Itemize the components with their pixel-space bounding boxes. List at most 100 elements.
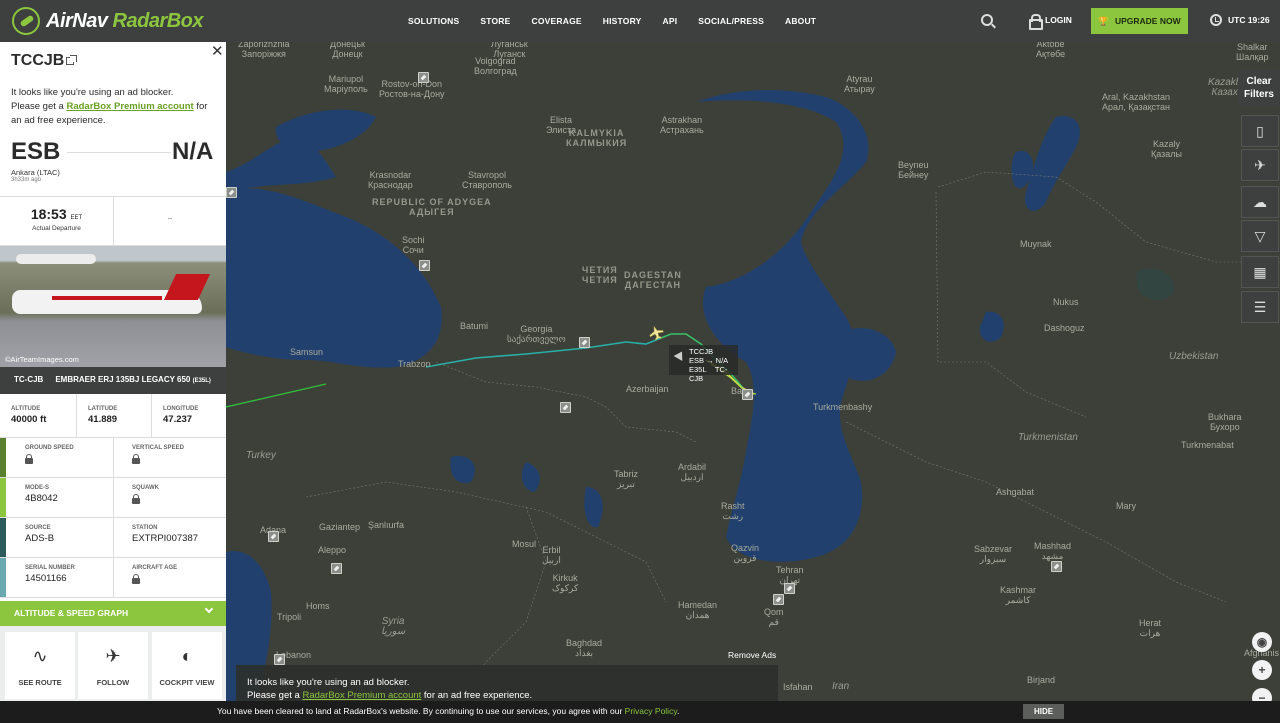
nav-about[interactable]: ABOUT (785, 16, 816, 26)
mode-s-label: MODE-S (25, 485, 49, 491)
filter-icon[interactable]: ▽ (1241, 220, 1279, 252)
upgrade-now-button[interactable]: 🏆 UPGRADE NOW (1091, 8, 1188, 34)
adblock-banner-line1: It looks like you're using an ad blocker… (247, 677, 410, 688)
latitude-cell: LATITUDE 41.889 (76, 394, 151, 438)
map-label: REPUBLIC OF ADYGEA АДЫГЕЯ (372, 197, 492, 217)
clear-filters-button[interactable]: Clear Filters (1238, 70, 1280, 106)
zoom-in-icon[interactable]: + (1252, 660, 1272, 680)
airport-marker[interactable] (419, 260, 430, 271)
airnav-logo[interactable]: AirNav RadarBox (12, 7, 204, 35)
premium-link[interactable]: RadarBox Premium account (66, 101, 193, 112)
nav-history[interactable]: HISTORY (603, 16, 642, 26)
upgrade-label: UPGRADE NOW (1114, 16, 1181, 26)
route-icon: ∿ (32, 646, 48, 666)
altitude-label: ALTITUDE (11, 406, 41, 412)
premium-link[interactable]: RadarBox Premium account (302, 690, 421, 701)
external-link-icon[interactable] (66, 55, 77, 65)
airport-marker[interactable] (274, 654, 285, 665)
airport-marker[interactable] (560, 402, 571, 413)
utc-clock[interactable]: UTC 19:26 (1210, 14, 1270, 26)
origin-iata[interactable]: ESB (11, 138, 60, 166)
map-label: Aral, Kazakhstan Арал, Қазақстан (1102, 92, 1171, 112)
nav-coverage[interactable]: COVERAGE (532, 16, 582, 26)
ground-speed-cell: GROUND SPEED (0, 438, 113, 477)
search-icon[interactable] (981, 14, 993, 26)
nav-api[interactable]: API (663, 16, 678, 26)
latitude-label: LATITUDE (88, 406, 118, 412)
weather-cloud-icon[interactable]: ☁ (1241, 186, 1279, 218)
map-label: KALMYKIA КАЛМЫКИЯ (566, 128, 628, 148)
departure-time-block: 18:53 EET Actual Departure (0, 197, 113, 246)
login-button[interactable]: LOGIN (1029, 14, 1072, 30)
hide-cookie-button[interactable]: HIDE (1023, 704, 1064, 719)
aircraft-code: (E35L) (192, 378, 211, 384)
map-label: Zaporizhzhia Запоріжжя (238, 42, 290, 59)
flight-details-panel: TCCJB ✕ It looks like you're using an ad… (0, 42, 226, 701)
adblock-line1: It looks like you're using an ad blocker… (11, 87, 174, 98)
flight-tag[interactable]: TCCJB ESB → N/A E35L TC-CJB (669, 345, 738, 383)
station-label: STATION (132, 525, 158, 531)
altitude-speed-graph-toggle[interactable]: ALTITUDE & SPEED GRAPH (0, 601, 226, 626)
main-nav: SOLUTIONS STORE COVERAGE HISTORY API SOC… (408, 0, 837, 42)
follow-button[interactable]: ✈ FOLLOW (78, 632, 148, 699)
longitude-label: LONGITUDE (163, 406, 199, 412)
airport-marker[interactable] (268, 531, 279, 542)
top-navigation-bar: AirNav RadarBox SOLUTIONS STORE COVERAGE… (0, 0, 1280, 42)
lock-icon[interactable] (132, 454, 140, 464)
route-summary: ESB N/A Ankara (LTAC) 3h33m ago (11, 138, 217, 190)
map-label: Mary (1116, 501, 1136, 511)
arrival-time: -- (167, 215, 173, 222)
vertical-speed-label: VERTICAL SPEED (132, 445, 184, 451)
map-label: Qazvin قزوین (731, 543, 760, 563)
airport-marker[interactable] (226, 187, 237, 198)
airport-marker[interactable] (773, 594, 784, 605)
locate-icon[interactable]: ◉ (1252, 632, 1272, 652)
flight-actions: ∿ SEE ROUTE ✈ FOLLOW ◐ COCKPIT VIEW (0, 626, 226, 701)
remove-ads-link[interactable]: Remove Ads (728, 650, 776, 660)
see-route-button[interactable]: ∿ SEE ROUTE (5, 632, 75, 699)
source-label: SOURCE (25, 525, 51, 531)
cookie-bar: You have been cleared to land at RadarBo… (0, 701, 1280, 723)
nav-store[interactable]: STORE (480, 16, 510, 26)
close-icon[interactable]: ✕ (211, 42, 224, 60)
nav-social-press[interactable]: SOCIAL/PRESS (698, 16, 764, 26)
map-label: Rostov-on-Don Ростов-на-Дону (379, 79, 445, 99)
trophy-icon: 🏆 (1098, 15, 1109, 26)
map-label: Bukhara Бухоро (1208, 412, 1242, 432)
radar-map[interactable]: Zaporizhzhia Запоріжжя Донецьк Донецк Лу… (226, 42, 1280, 705)
map-label: Kazakh Казах (1208, 77, 1242, 98)
squawk-label: SQUAWK (132, 485, 159, 491)
map-label: Şanlıurfa (368, 520, 405, 530)
cockpit-view-button[interactable]: ◐ COCKPIT VIEW (152, 632, 222, 699)
lock-icon[interactable] (132, 494, 140, 504)
airport-marker[interactable] (331, 563, 342, 574)
map-label: Kashmar کاشمر (1000, 585, 1037, 605)
map-label: Batumi (460, 321, 489, 331)
route-line (67, 152, 171, 153)
map-layers-icon[interactable]: ▦ (1241, 256, 1279, 288)
aircraft-type: EMBRAER ERJ 135BJ LEGACY 650 (55, 375, 191, 384)
airport-marker[interactable] (418, 72, 429, 83)
aircraft-photo[interactable]: ©AirTeamImages.com (0, 246, 226, 367)
lock-icon[interactable] (25, 454, 33, 464)
aircraft-tail (163, 274, 211, 300)
source-cell: SOURCE ADS-B (0, 518, 113, 557)
mode-s-value: 4B8042 (25, 493, 58, 504)
lock-icon[interactable] (132, 574, 140, 584)
follow-label: FOLLOW (96, 678, 130, 687)
airport-marker[interactable] (742, 389, 753, 400)
battery-icon[interactable]: ▯ (1241, 115, 1279, 147)
list-icon[interactable]: ☰ (1241, 291, 1279, 323)
longitude-value: 47.237 (163, 414, 193, 425)
arrival-time-block: -- (113, 197, 226, 246)
map-base (226, 42, 1280, 705)
airport-marker[interactable] (1051, 561, 1062, 572)
nav-solutions[interactable]: SOLUTIONS (408, 16, 459, 26)
privacy-policy-link[interactable]: Privacy Policy (625, 706, 677, 716)
airport-marker[interactable] (579, 337, 590, 348)
serial-row: SERIAL NUMBER 14501166 AIRCRAFT AGE (0, 558, 226, 598)
photo-credit: ©AirTeamImages.com (5, 355, 79, 364)
flight-tag-type: E35L TC-CJB (689, 365, 728, 383)
airport-marker[interactable] (784, 583, 795, 594)
airplane-filter-icon[interactable]: ✈ (1241, 149, 1279, 181)
